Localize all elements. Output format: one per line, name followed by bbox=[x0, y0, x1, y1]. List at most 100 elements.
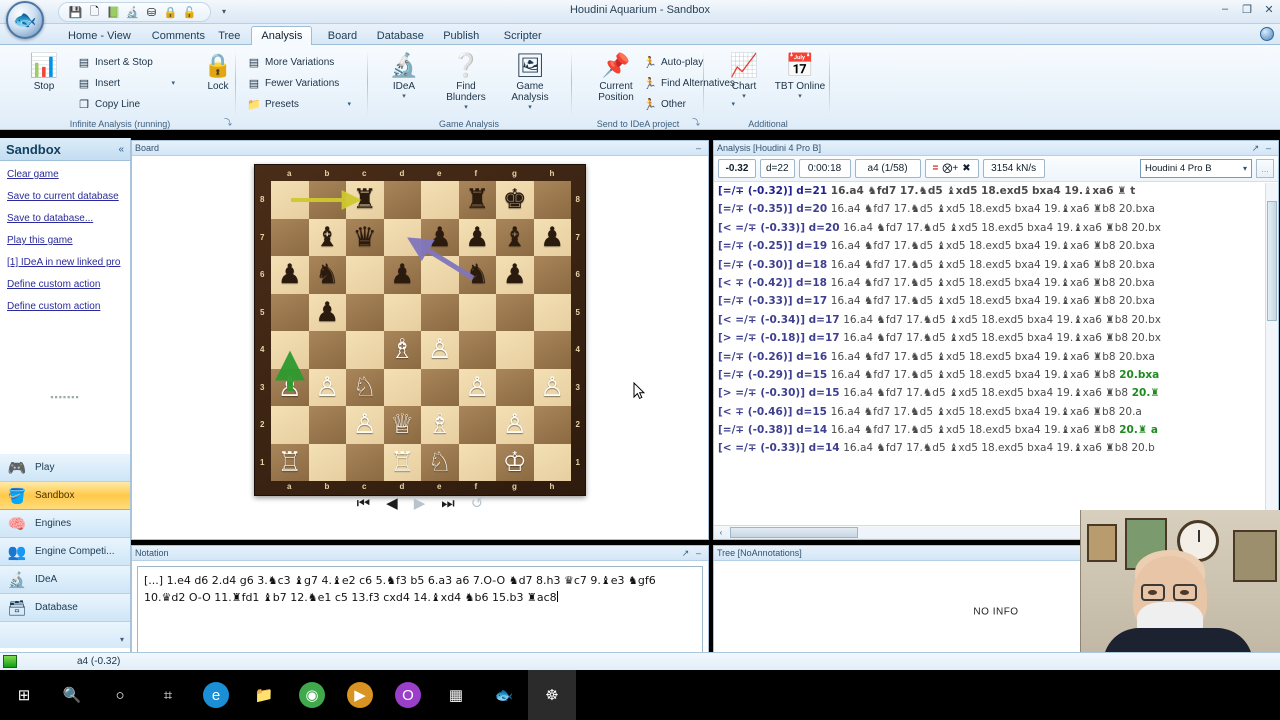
task-view-button[interactable]: ⌗ bbox=[144, 670, 192, 720]
tab-database[interactable]: Database bbox=[367, 26, 434, 45]
sidebar-item-sandbox[interactable]: 🪣 Sandbox bbox=[0, 482, 130, 510]
square-g3[interactable] bbox=[496, 368, 534, 406]
analysis-line-12[interactable]: [< ∓ (-0.46)] d=15 16.a4 ♞fd7 17.♞d5 ♝xd… bbox=[718, 406, 1278, 424]
square-g4[interactable] bbox=[496, 331, 534, 369]
insert-stop-button[interactable]: ▤ Insert & Stop bbox=[74, 52, 178, 72]
square-d7[interactable] bbox=[383, 218, 421, 256]
square-h2[interactable] bbox=[533, 406, 571, 444]
square-a1[interactable]: ♖ bbox=[271, 443, 309, 481]
lock-button[interactable]: 🔒 Lock bbox=[190, 52, 246, 92]
idea-button[interactable]: 🔬 IDeA ▾ bbox=[376, 52, 432, 100]
opera-button[interactable]: O bbox=[384, 670, 432, 720]
houdini-button[interactable]: ☸ bbox=[528, 670, 576, 720]
square-b8[interactable] bbox=[308, 181, 346, 219]
piece-white-b-d4[interactable]: ♗ bbox=[390, 336, 414, 363]
square-g1[interactable]: ♔ bbox=[496, 443, 534, 481]
collapse-chevrons-icon[interactable]: « bbox=[118, 144, 124, 155]
square-e1[interactable]: ♘ bbox=[421, 443, 459, 481]
analysis-vertical-scrollbar[interactable] bbox=[1265, 183, 1278, 517]
piece-white-r-d1[interactable]: ♖ bbox=[390, 448, 414, 476]
analysis-line-9[interactable]: [=/∓ (-0.26)] d=16 16.a4 ♞fd7 17.♞d5 ♝xd… bbox=[718, 351, 1278, 369]
next-move-button[interactable]: ▶ bbox=[414, 494, 426, 512]
piece-white-p-b3[interactable]: ♙ bbox=[315, 373, 339, 401]
square-f1[interactable] bbox=[458, 443, 496, 481]
analysis-line-6[interactable]: [=/∓ (-0.33)] d=17 16.a4 ♞fd7 17.♞d5 ♝xd… bbox=[718, 295, 1278, 313]
piece-white-p-c2[interactable]: ♙ bbox=[353, 411, 377, 438]
square-a4[interactable] bbox=[271, 331, 309, 369]
analysis-line-3[interactable]: [=/∓ (-0.25)] d=19 16.a4 ♞fd7 17.♞d5 ♝xd… bbox=[718, 240, 1278, 258]
analysis-line-11[interactable]: [> =/∓ (-0.30)] d=15 16.a4 ♞fd7 17.♞d5 ♝… bbox=[718, 387, 1278, 405]
insert-button[interactable]: ▤ Insert ▾ bbox=[74, 73, 178, 93]
square-c6[interactable] bbox=[346, 256, 384, 294]
media-player-button[interactable]: ▶ bbox=[336, 670, 384, 720]
analysis-line-2[interactable]: [< =/∓ (-0.33)] d=20 16.a4 ♞fd7 17.♞d5 ♝… bbox=[718, 222, 1278, 240]
piece-white-p-g2[interactable]: ♙ bbox=[503, 411, 527, 438]
square-c5[interactable] bbox=[346, 293, 384, 331]
square-f2[interactable] bbox=[458, 406, 496, 444]
square-h1[interactable] bbox=[533, 443, 571, 481]
square-h8[interactable] bbox=[533, 181, 571, 219]
piece-black-b-g7[interactable]: ♝ bbox=[503, 223, 527, 251]
minimize-icon[interactable]: – bbox=[692, 143, 705, 153]
piece-white-p-a3[interactable]: ♙ bbox=[278, 373, 302, 401]
piece-black-r-c8[interactable]: ♜ bbox=[353, 186, 377, 213]
sidebar-overflow[interactable]: ▾ bbox=[0, 622, 130, 648]
square-d4[interactable]: ♗ bbox=[383, 331, 421, 369]
presets-button[interactable]: 📁 Presets ▾ bbox=[244, 94, 354, 114]
square-a5[interactable] bbox=[271, 293, 309, 331]
sidebar-item-idea[interactable]: 🔬 IDeA bbox=[0, 566, 130, 594]
help-icon[interactable] bbox=[1260, 27, 1274, 41]
square-g7[interactable]: ♝ bbox=[496, 218, 534, 256]
square-e3[interactable] bbox=[421, 368, 459, 406]
sidebar-link-1[interactable]: Save to current database bbox=[7, 191, 123, 202]
square-h3[interactable]: ♙ bbox=[533, 368, 571, 406]
square-a7[interactable] bbox=[271, 218, 309, 256]
square-h6[interactable] bbox=[533, 256, 571, 294]
chessboard[interactable]: ♜ ♜ ♚ ♝ ♛ ♟ ♟ ♝ ♟ ♟ ♞ ♟ ♞ ♟ ♟ ♗ ♙ ♙ ♙ ♘ ♙ ♙ ♙ ♕ ♗ ♙ ♖ ♖ ♘ ♔ bbox=[254, 164, 586, 496]
chrome-button[interactable]: ◉ bbox=[288, 670, 336, 720]
analysis-line-14[interactable]: [< =/∓ (-0.33)] d=14 16.a4 ♞fd7 17.♞d5 ♝… bbox=[718, 442, 1278, 460]
scrollbar-thumb[interactable] bbox=[1267, 201, 1277, 321]
chevron-down-icon[interactable]: ▾ bbox=[716, 92, 772, 100]
square-a8[interactable] bbox=[271, 181, 309, 219]
square-f4[interactable] bbox=[458, 331, 496, 369]
minimize-icon[interactable]: – bbox=[692, 548, 705, 558]
piece-black-p-e7[interactable]: ♟ bbox=[428, 223, 452, 251]
square-d6[interactable]: ♟ bbox=[383, 256, 421, 294]
square-g5[interactable] bbox=[496, 293, 534, 331]
square-c3[interactable]: ♘ bbox=[346, 368, 384, 406]
chevron-down-icon[interactable]: ▾ bbox=[438, 103, 494, 111]
chevron-down-icon[interactable]: ▾ bbox=[1243, 164, 1247, 173]
piece-black-n-b6[interactable]: ♞ bbox=[315, 261, 339, 288]
fewer-variations-button[interactable]: ▤ Fewer Variations bbox=[244, 73, 354, 93]
cortana-button[interactable]: ○ bbox=[96, 670, 144, 720]
square-f3[interactable]: ♙ bbox=[458, 368, 496, 406]
sidebar-item-database[interactable]: 🗃 Database bbox=[0, 594, 130, 622]
square-g2[interactable]: ♙ bbox=[496, 406, 534, 444]
square-b3[interactable]: ♙ bbox=[308, 368, 346, 406]
tab-comments[interactable]: Comments bbox=[142, 26, 215, 45]
piece-black-p-h7[interactable]: ♟ bbox=[540, 223, 564, 251]
tab-tree[interactable]: Tree bbox=[208, 26, 250, 45]
square-b1[interactable] bbox=[308, 443, 346, 481]
analysis-line-10[interactable]: [=/∓ (-0.29)] d=15 16.a4 ♞fd7 17.♞d5 ♝xd… bbox=[718, 369, 1278, 387]
chart-button[interactable]: 📈 Chart ▾ bbox=[716, 52, 772, 100]
dialog-launcher-icon[interactable]: ⤵ bbox=[692, 117, 700, 128]
piece-black-b-b7[interactable]: ♝ bbox=[315, 223, 339, 251]
square-a3[interactable]: ♙ bbox=[271, 368, 309, 406]
chessbase-button[interactable]: ▦ bbox=[432, 670, 480, 720]
square-a2[interactable] bbox=[271, 406, 309, 444]
tab-publish[interactable]: Publish bbox=[433, 26, 489, 45]
piece-black-q-c7[interactable]: ♛ bbox=[353, 223, 377, 251]
square-b7[interactable]: ♝ bbox=[308, 218, 346, 256]
piece-black-p-g6[interactable]: ♟ bbox=[503, 261, 527, 288]
aquarium-button[interactable]: 🐟 bbox=[480, 670, 528, 720]
last-move-button[interactable]: ⏭ bbox=[441, 495, 455, 512]
piece-white-q-d2[interactable]: ♕ bbox=[390, 411, 414, 438]
chevron-down-icon[interactable]: ▾ bbox=[171, 79, 175, 87]
first-move-button[interactable]: ⏮ bbox=[357, 495, 371, 512]
analysis-line-5[interactable]: [< ∓ (-0.42)] d=18 16.a4 ♞fd7 17.♞d5 ♝xd… bbox=[718, 277, 1278, 295]
chevron-down-icon[interactable]: ▾ bbox=[376, 92, 432, 100]
piece-black-n-f6[interactable]: ♞ bbox=[465, 261, 489, 288]
square-d1[interactable]: ♖ bbox=[383, 443, 421, 481]
